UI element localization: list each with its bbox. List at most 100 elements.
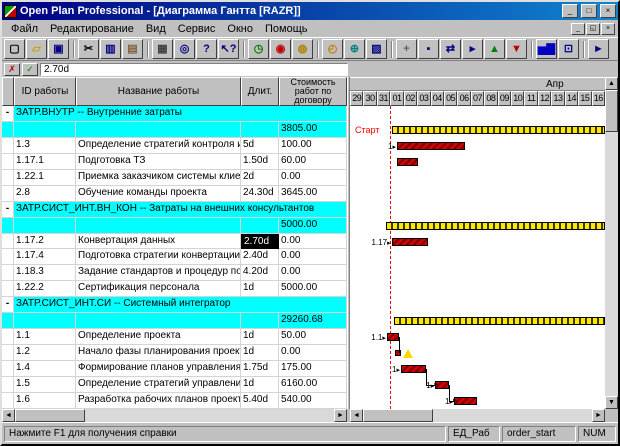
toolbar-monitor-button[interactable]: ⊡	[558, 39, 579, 59]
toolbar-save-button[interactable]: ▣	[48, 39, 69, 59]
gantt-horizontal-scrollbar[interactable]: ◄ ►	[350, 409, 605, 422]
toolbar-move-up-button[interactable]: ▲	[484, 39, 505, 59]
total-row[interactable]: 3805.00	[2, 122, 347, 138]
accept-edit-button[interactable]: ✓	[22, 63, 38, 76]
toolbar-add-button[interactable]: +	[396, 39, 417, 59]
toolbar-context-help-button[interactable]: ↖?	[218, 39, 239, 59]
menu-item-5[interactable]: Окно	[221, 22, 259, 36]
task-row[interactable]: 1.1Определение проекта1d50.00	[2, 329, 347, 345]
id-cell[interactable]: 1.6	[14, 393, 76, 409]
toolbar-resource-analysis-button[interactable]: ◉	[270, 39, 291, 59]
duration-cell[interactable]: 1d	[241, 329, 279, 345]
cost-cell[interactable]: 60.00	[279, 154, 347, 170]
gantt-bar-task[interactable]	[392, 238, 428, 246]
cost-cell[interactable]: 0.00	[279, 345, 347, 361]
name-cell[interactable]: Формирование планов управления	[76, 361, 241, 377]
menu-item-6[interactable]: Помощь	[259, 22, 314, 36]
section-row[interactable]: -ЗАТР.СИСТ_ИНТ.ВН_КОН -- Затраты на внеш…	[2, 202, 347, 218]
id-cell[interactable]: 2.8	[14, 186, 76, 202]
name-cell[interactable]: Подготовка ТЗ	[76, 154, 241, 170]
duration-column-header[interactable]: Длит.	[241, 77, 279, 106]
id-cell[interactable]: 1.3	[14, 138, 76, 154]
name-cell[interactable]: Начало фазы планирования проекта	[76, 345, 241, 361]
gantt-bar-summary[interactable]	[392, 126, 605, 134]
id-cell[interactable]	[14, 122, 76, 138]
cost-cell[interactable]: 0.00	[279, 249, 347, 265]
toolbar-time-analysis-button[interactable]: ◷	[248, 39, 269, 59]
toolbar-calendar-button[interactable]: ▨	[366, 39, 387, 59]
task-row[interactable]: 1.22.2Сертификация персонала1d5000.00	[2, 281, 347, 297]
task-row[interactable]: 2.8Обучение команды проекта24.30d3645.00	[2, 186, 347, 202]
id-cell[interactable]: 1.18.3	[14, 265, 76, 281]
toolbar-point-button[interactable]: ▪	[418, 39, 439, 59]
name-cell[interactable]	[76, 122, 241, 138]
task-row[interactable]: 1.17.1Подготовка ТЗ1.50d60.00	[2, 154, 347, 170]
cost-cell[interactable]: 5000.00	[279, 218, 347, 234]
gantt-scroll-right-button[interactable]: ►	[592, 409, 605, 422]
toolbar-cut-button[interactable]: ✂	[78, 39, 99, 59]
table-scroll-thumb[interactable]	[15, 409, 85, 422]
title-bar[interactable]: Open Plan Professional - [Диаграмма Гант…	[2, 2, 618, 20]
duration-cell[interactable]	[241, 313, 279, 329]
toolbar-print-button[interactable]: ▦	[152, 39, 173, 59]
id-cell[interactable]: 1.1	[14, 329, 76, 345]
vertical-scroll-thumb[interactable]	[605, 90, 618, 132]
duration-cell[interactable]: 5d	[241, 138, 279, 154]
menu-item-4[interactable]: Сервис	[172, 22, 222, 36]
collapse-toggle[interactable]: -	[2, 106, 14, 122]
name-cell[interactable]: Определение стратегий управления и	[76, 377, 241, 393]
id-cell[interactable]: 1.2	[14, 345, 76, 361]
task-row[interactable]: 1.17.4Подготовка стратегии конвертации2.…	[2, 249, 347, 265]
cost-cell[interactable]: 3645.00	[279, 186, 347, 202]
toolbar-preview-button[interactable]: ◎	[174, 39, 195, 59]
id-cell[interactable]: 1.22.2	[14, 281, 76, 297]
name-cell[interactable]: Задание стандартов и процедур по д	[76, 265, 241, 281]
toolbar-help-button[interactable]: ?	[196, 39, 217, 59]
table-horizontal-scrollbar[interactable]: ◄ ►	[2, 409, 347, 422]
name-column-header[interactable]: Название работы	[76, 77, 241, 106]
name-cell[interactable]	[76, 218, 241, 234]
gantt-bar-summary[interactable]	[386, 222, 605, 230]
cost-cell[interactable]: 540.00	[279, 393, 347, 409]
duration-cell[interactable]: 24.30d	[241, 186, 279, 202]
gantt-bar-task[interactable]	[387, 333, 399, 341]
total-row[interactable]: 5000.00	[2, 218, 347, 234]
task-row[interactable]: 1.22.1Приемка заказчиком системы клиент2…	[2, 170, 347, 186]
menu-item-3[interactable]: Вид	[140, 22, 172, 36]
gantt-bar-task[interactable]	[397, 158, 418, 166]
toolbar-forward-button[interactable]: ►	[588, 39, 609, 59]
cost-cell[interactable]: 29260.68	[279, 313, 347, 329]
maximize-button[interactable]: □	[581, 4, 597, 18]
cost-cell[interactable]: 100.00	[279, 138, 347, 154]
task-row[interactable]: 1.18.3Задание стандартов и процедур по д…	[2, 265, 347, 281]
duration-cell[interactable]: 4.20d	[241, 265, 279, 281]
name-cell[interactable]: Приемка заказчиком системы клиент	[76, 170, 241, 186]
toolbar-copy-button[interactable]: ▥	[100, 39, 121, 59]
duration-cell[interactable]: 1d	[241, 281, 279, 297]
scroll-down-button[interactable]: ▼	[605, 396, 618, 409]
minimize-button[interactable]: _	[562, 4, 578, 18]
name-cell[interactable]: Определение проекта	[76, 329, 241, 345]
task-row[interactable]: 1.4Формирование планов управления1.75d17…	[2, 361, 347, 377]
cost-cell[interactable]: 0.00	[279, 265, 347, 281]
cancel-edit-button[interactable]: ✗	[4, 63, 20, 76]
name-cell[interactable]	[76, 313, 241, 329]
cost-column-header[interactable]: Стоимость работ по договору	[279, 77, 347, 106]
mdi-minimize-button[interactable]: _	[571, 23, 585, 35]
collapse-toggle[interactable]: -	[2, 202, 14, 218]
task-row[interactable]: 1.6Разработка рабочих планов проекта5.40…	[2, 393, 347, 409]
menu-item-1[interactable]: Файл	[5, 22, 44, 36]
name-cell[interactable]: Определение стратегий контроля и отч	[76, 138, 241, 154]
duration-cell[interactable]: 2.40d	[241, 249, 279, 265]
name-cell[interactable]: Сертификация персонала	[76, 281, 241, 297]
name-cell[interactable]: Обучение команды проекта	[76, 186, 241, 202]
toolbar-clock-button[interactable]: ◴	[322, 39, 343, 59]
duration-cell[interactable]: 1.75d	[241, 361, 279, 377]
name-cell[interactable]: Подготовка стратегии конвертации	[76, 249, 241, 265]
section-row[interactable]: -ЗАТР.ВНУТР -- Внутренние затраты	[2, 106, 347, 122]
vertical-scrollbar[interactable]: ▲ ▼	[605, 77, 618, 409]
toolbar-globe-button[interactable]: ⊕	[344, 39, 365, 59]
total-row[interactable]: 29260.68	[2, 313, 347, 329]
selected-duration-cell[interactable]: 2.70d	[241, 234, 279, 250]
duration-cell[interactable]	[241, 122, 279, 138]
